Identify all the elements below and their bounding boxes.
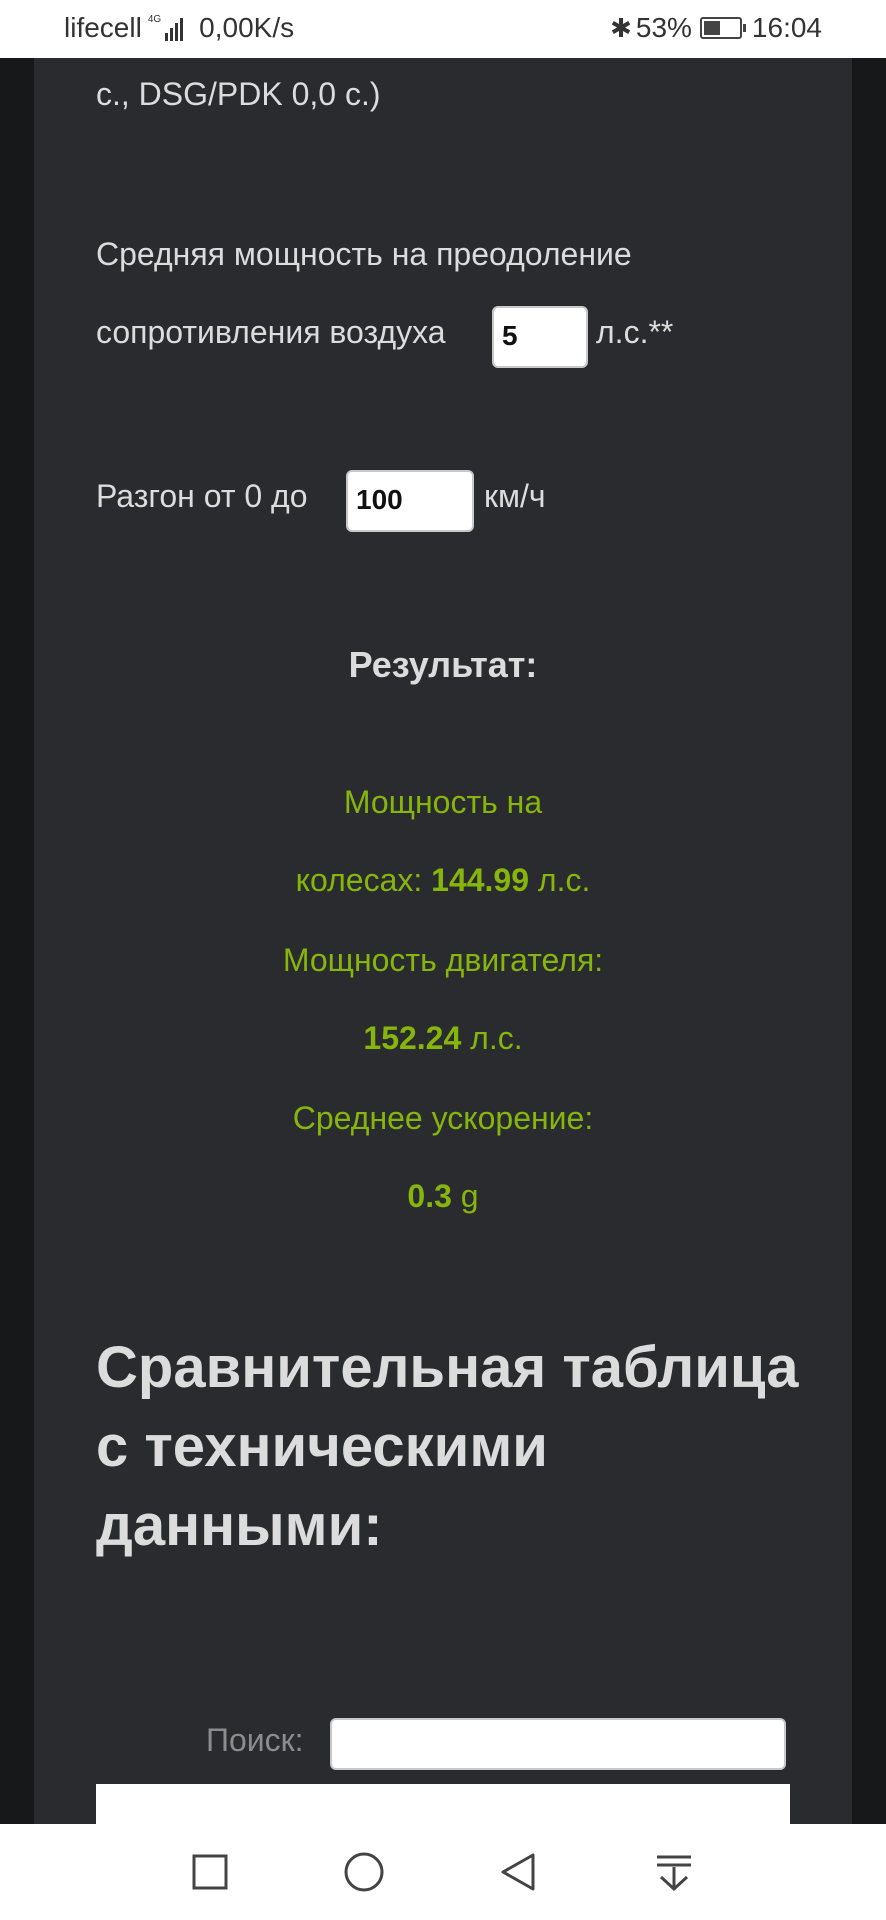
network-speed: 0,00K/s	[199, 12, 295, 43]
accel-speed-input[interactable]: 100	[346, 470, 474, 532]
search-input[interactable]	[330, 1718, 786, 1770]
air-power-input[interactable]: 5	[492, 306, 588, 368]
back-button[interactable]	[494, 1848, 542, 1896]
circle-icon	[344, 1852, 384, 1892]
engine-power-value: 152.24	[363, 1020, 462, 1056]
wheel-power-unit: л.с.	[537, 862, 591, 898]
status-bar: lifecell 4G 0,00K/s ✱ 53% 16:04	[0, 0, 886, 58]
accel-label: Разгон от 0 до	[96, 478, 308, 514]
square-icon	[192, 1854, 228, 1890]
triangle-back-icon	[501, 1853, 535, 1891]
signal-icon: 4G	[148, 15, 184, 41]
recent-apps-button[interactable]	[186, 1848, 234, 1896]
navigation-bar	[0, 1824, 886, 1920]
wheel-power-label: Мощность на	[343, 784, 543, 820]
wheel-power-value: 144.99	[431, 862, 530, 898]
result-title: Результат:	[348, 644, 538, 685]
clock: 16:04	[751, 12, 822, 43]
carrier-name: lifecell	[64, 12, 142, 43]
accel-unit: км/ч	[484, 478, 546, 514]
air-power-label-line1: Средняя мощность на преодоление	[96, 236, 632, 272]
air-power-unit: л.с.**	[596, 314, 674, 350]
wheel-power-label2: колесах:	[295, 862, 423, 898]
avg-accel-value: 0.3	[407, 1178, 452, 1214]
battery-percent: 53%	[635, 12, 692, 43]
search-label: Поиск:	[206, 1722, 304, 1758]
battery-icon	[699, 17, 746, 39]
avg-accel-label: Среднее ускорение:	[292, 1100, 594, 1136]
previous-text: с., DSG/PDK 0,0 с.)	[96, 76, 381, 112]
air-power-label-line2: сопротивления воздуха	[96, 314, 446, 350]
engine-power-line: 152.24 л.с.	[34, 1020, 852, 1057]
content-panel: с., DSG/PDK 0,0 с.) Средняя мощность на …	[34, 58, 852, 1844]
notification-pull-button[interactable]	[650, 1848, 698, 1896]
engine-power-unit: л.с.	[470, 1020, 523, 1056]
home-button[interactable]	[340, 1848, 388, 1896]
engine-power-label: Мощность двигателя:	[282, 942, 604, 978]
status-left: lifecell 4G 0,00K/s	[64, 12, 294, 44]
bluetooth-icon: ✱	[610, 12, 632, 43]
battery-fill	[703, 21, 721, 35]
comparison-heading: Сравнительная таблица с техническими дан…	[96, 1335, 799, 1558]
avg-accel-unit: g	[460, 1178, 479, 1214]
pull-down-icon	[657, 1855, 691, 1892]
wheel-power-line: колесах: 144.99 л.с.	[34, 862, 852, 899]
status-right: ✱ 53% 16:04	[610, 12, 822, 44]
avg-accel-line: 0.3 g	[34, 1178, 852, 1215]
